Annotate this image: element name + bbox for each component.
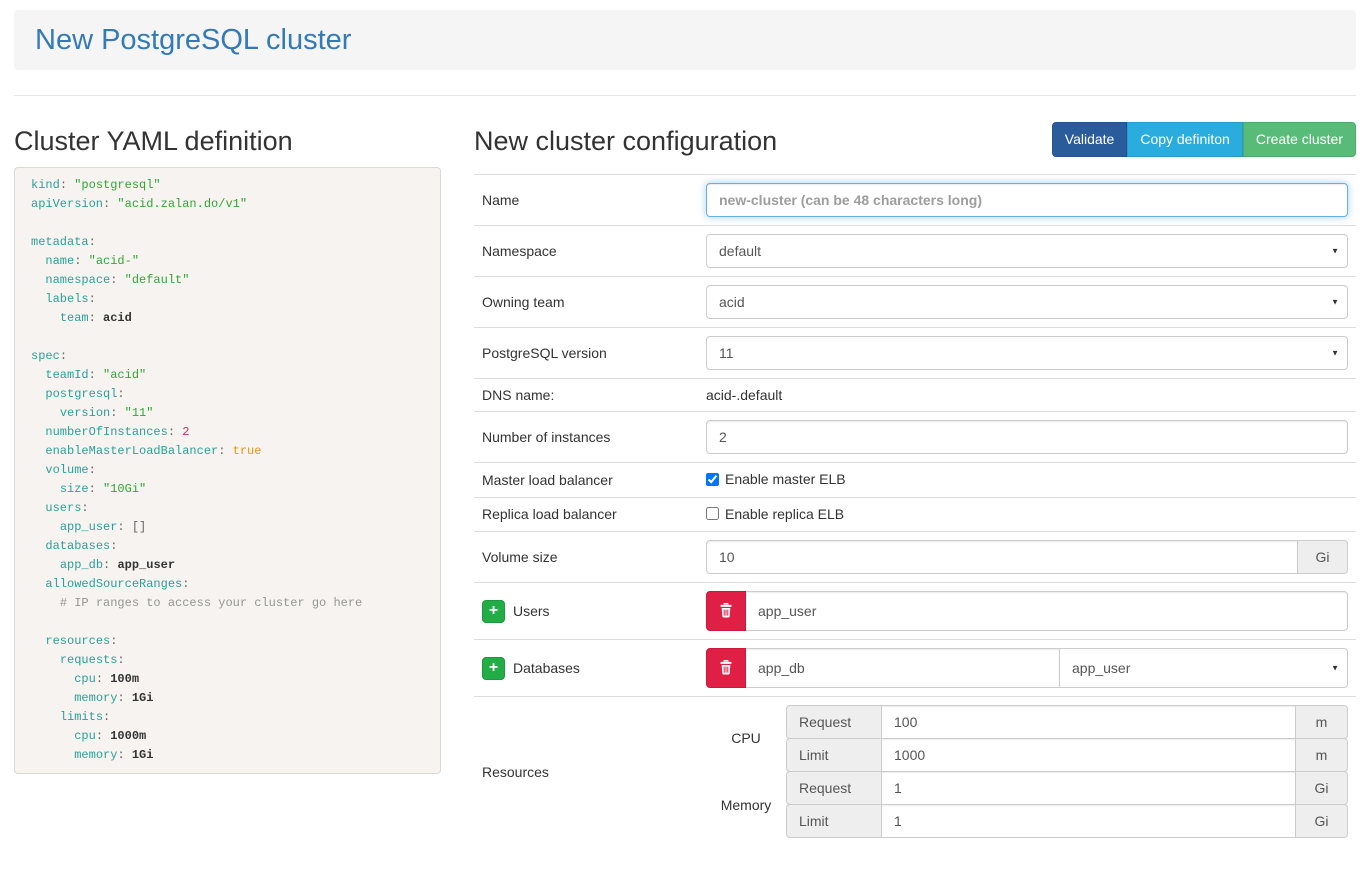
- memory-limit-addon: Limit: [786, 804, 882, 838]
- master-lb-row: Master load balancer Enable master ELB: [474, 463, 1356, 498]
- owning-team-row: Owning team acid ▼: [474, 277, 1356, 328]
- page-header: New PostgreSQL cluster: [14, 10, 1356, 70]
- instances-label: Number of instances: [474, 412, 706, 463]
- instances-input[interactable]: [706, 420, 1348, 454]
- name-label: Name: [474, 175, 706, 226]
- yaml-definition-panel: kind: "postgresql"apiVersion: "acid.zala…: [14, 167, 441, 774]
- add-database-button[interactable]: +: [482, 657, 505, 680]
- memory-limit-unit: Gi: [1295, 804, 1348, 838]
- resources-row: Resources CPU Memory Request: [474, 697, 1356, 847]
- volume-size-input[interactable]: [706, 540, 1298, 574]
- action-button-group: Validate Copy definiton Create cluster: [1052, 122, 1356, 158]
- replica-elb-checkbox[interactable]: [706, 507, 719, 520]
- databases-row: + Databases: [474, 640, 1356, 697]
- volume-unit-addon: Gi: [1298, 540, 1348, 574]
- trash-icon: [718, 602, 734, 621]
- databases-label: Databases: [513, 660, 580, 676]
- postgresql-version-select[interactable]: 11: [706, 336, 1348, 370]
- cpu-request-group: Request m: [786, 705, 1348, 739]
- database-name-input[interactable]: [746, 648, 1060, 688]
- users-row: + Users: [474, 583, 1356, 640]
- plus-icon: +: [489, 603, 498, 619]
- cpu-limit-unit: m: [1295, 738, 1348, 772]
- instances-row: Number of instances: [474, 412, 1356, 463]
- namespace-label: Namespace: [474, 226, 706, 277]
- pg-version-label: PostgreSQL version: [474, 328, 706, 379]
- config-heading: New cluster configuration: [474, 126, 777, 157]
- master-elb-checkbox-label: Enable master ELB: [706, 471, 846, 487]
- resources-label: Resources: [474, 697, 706, 847]
- replica-elb-checkbox-label: Enable replica ELB: [706, 506, 844, 522]
- cpu-limit-group: Limit m: [786, 738, 1348, 772]
- master-lb-label: Master load balancer: [474, 463, 706, 498]
- memory-request-group: Request Gi: [786, 771, 1348, 805]
- cluster-name-input[interactable]: [706, 183, 1348, 217]
- cpu-request-addon: Request: [786, 705, 882, 739]
- page-title: New PostgreSQL cluster: [35, 24, 351, 57]
- cpu-request-unit: m: [1295, 705, 1348, 739]
- header-divider: [14, 95, 1356, 96]
- cpu-limit-addon: Limit: [786, 738, 882, 772]
- owning-team-label: Owning team: [474, 277, 706, 328]
- name-row: Name: [474, 175, 1356, 226]
- database-owner-select[interactable]: app_user: [1059, 648, 1348, 688]
- add-user-button[interactable]: +: [482, 600, 505, 623]
- memory-request-addon: Request: [786, 771, 882, 805]
- yaml-code: kind: "postgresql"apiVersion: "acid.zala…: [31, 176, 424, 765]
- user-name-input[interactable]: [746, 591, 1348, 631]
- delete-database-button[interactable]: [706, 648, 746, 688]
- delete-user-button[interactable]: [706, 591, 746, 631]
- copy-definition-button[interactable]: Copy definiton: [1127, 122, 1243, 158]
- dns-row: DNS name: acid-.default: [474, 379, 1356, 412]
- memory-label: Memory: [706, 772, 786, 839]
- validate-button[interactable]: Validate: [1052, 122, 1128, 158]
- cpu-limit-input[interactable]: [882, 738, 1295, 772]
- memory-limit-input[interactable]: [882, 804, 1295, 838]
- memory-request-input[interactable]: [882, 771, 1295, 805]
- owning-team-select[interactable]: acid: [706, 285, 1348, 319]
- namespace-select[interactable]: default: [706, 234, 1348, 268]
- cluster-config-form: Name Namespace default ▼: [474, 174, 1356, 846]
- trash-icon: [718, 659, 734, 678]
- replica-lb-row: Replica load balancer Enable replica ELB: [474, 497, 1356, 532]
- yaml-column: Cluster YAML definition kind: "postgresq…: [14, 112, 441, 846]
- volume-label: Volume size: [474, 532, 706, 583]
- create-cluster-button[interactable]: Create cluster: [1243, 122, 1356, 158]
- dns-value: acid-.default: [706, 387, 782, 403]
- plus-icon: +: [489, 660, 498, 676]
- volume-row: Volume size Gi: [474, 532, 1356, 583]
- replica-lb-label: Replica load balancer: [474, 497, 706, 532]
- memory-request-unit: Gi: [1295, 771, 1348, 805]
- cpu-request-input[interactable]: [882, 705, 1295, 739]
- config-column: New cluster configuration Validate Copy …: [474, 112, 1356, 846]
- master-elb-checkbox[interactable]: [706, 473, 719, 486]
- namespace-row: Namespace default ▼: [474, 226, 1356, 277]
- cpu-label: CPU: [706, 705, 786, 772]
- pg-version-row: PostgreSQL version 11 ▼: [474, 328, 1356, 379]
- dns-label: DNS name:: [474, 379, 706, 412]
- yaml-heading: Cluster YAML definition: [14, 126, 441, 157]
- memory-limit-group: Limit Gi: [786, 804, 1348, 838]
- users-label: Users: [513, 603, 550, 619]
